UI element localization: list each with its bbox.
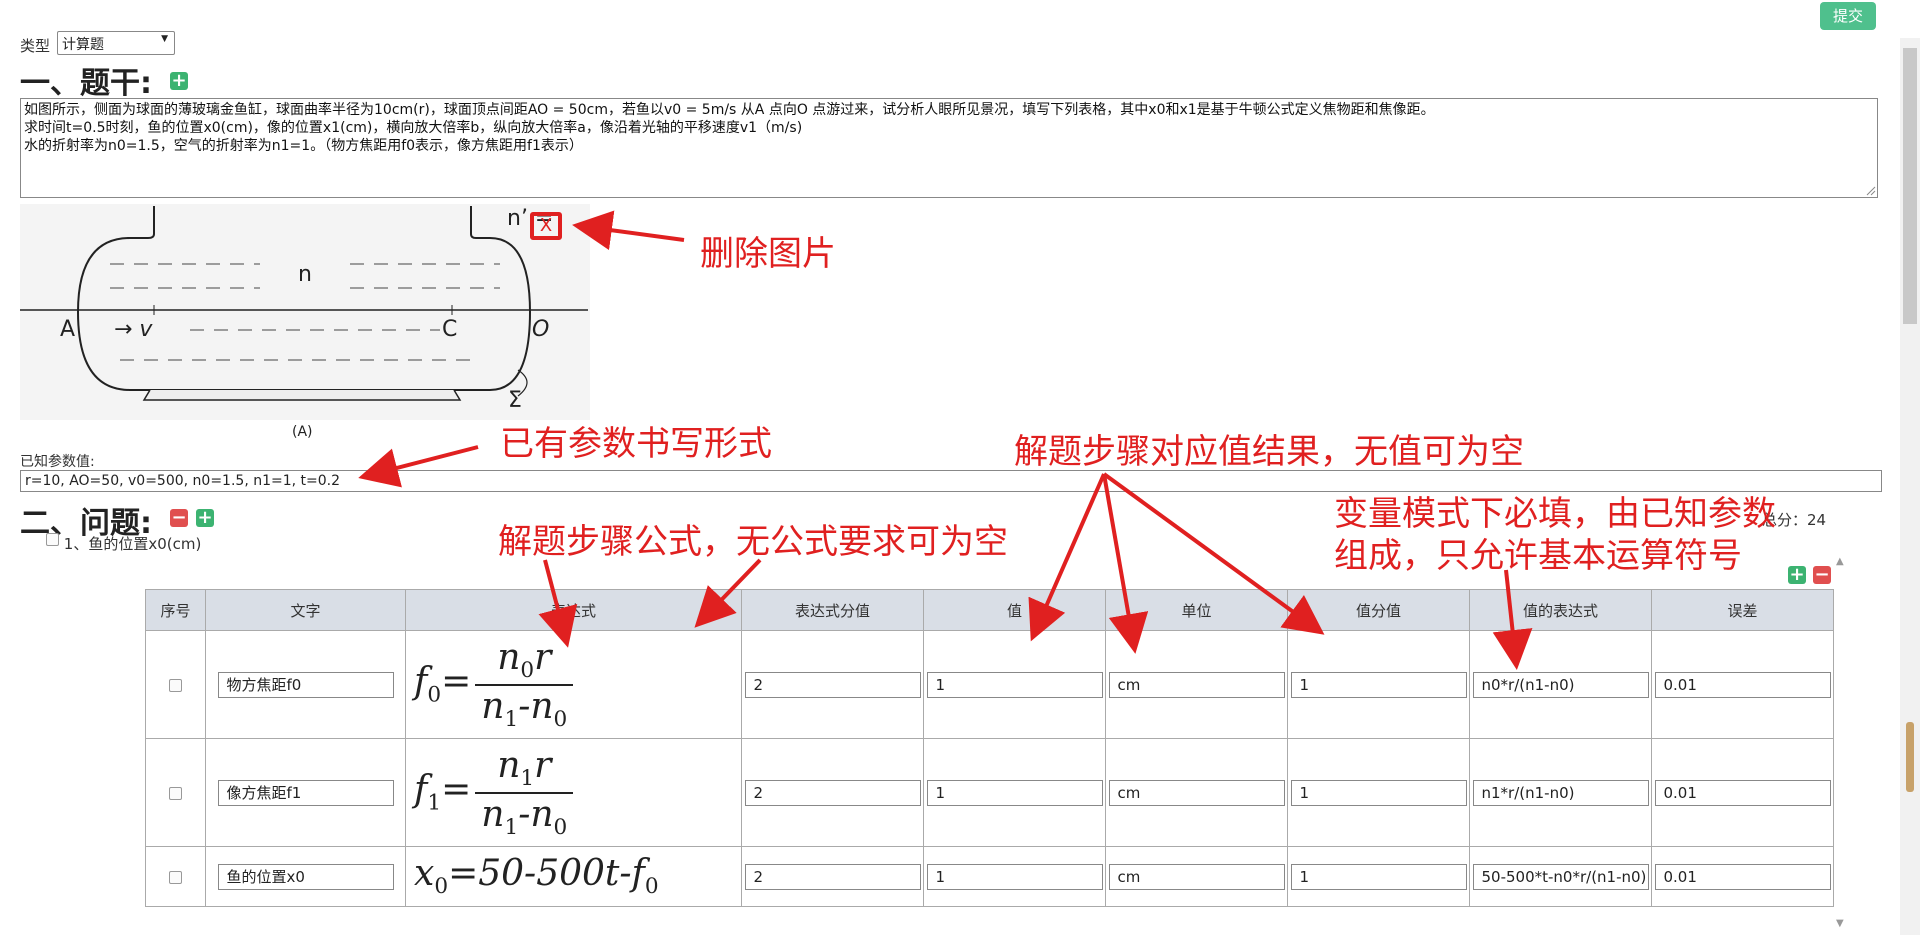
table-header-row: 序号 文字 表达式 表达式分值 值 单位 值分值 值的表达式 误差 xyxy=(145,589,1834,631)
value-input[interactable]: 1 xyxy=(926,863,1103,890)
value-score-input[interactable]: 1 xyxy=(1290,779,1467,806)
annotation-step-value: 解题步骤对应值结果，无值可为空 xyxy=(1014,432,1524,472)
dropdown-arrow-icon: ▼ xyxy=(161,34,168,44)
col-header-index: 序号 xyxy=(145,589,206,631)
type-label: 类型 xyxy=(20,37,51,55)
question-item-label: 1、鱼的位置x0(cm) xyxy=(63,535,202,553)
type-select-value: 计算题 xyxy=(62,37,104,53)
text-input[interactable]: 物方焦距f0 xyxy=(217,671,394,698)
error-input[interactable]: 0.01 xyxy=(1654,863,1831,890)
add-stem-button[interactable]: + xyxy=(170,72,188,90)
table-scroll-down-icon[interactable]: ▼ xyxy=(1836,918,1844,929)
error-input[interactable]: 0.01 xyxy=(1654,779,1831,806)
figure-label-v: → v xyxy=(114,317,153,342)
figure-label-n: n xyxy=(298,262,312,287)
expression-score-input[interactable]: 2 xyxy=(744,779,921,806)
remove-question-button[interactable]: − xyxy=(170,509,188,527)
row-checkbox[interactable] xyxy=(169,870,182,884)
formula-x0[interactable]: x0=50-500t-f0 xyxy=(405,846,742,907)
stem-textarea[interactable]: 如图所示，侧面为球面的薄玻璃金鱼缸，球面曲率半径为10cm(r)，球面顶点间距A… xyxy=(20,98,1878,198)
value-expression-input[interactable]: n1*r/(n1-n0) xyxy=(1472,779,1649,806)
annotation-var-mode-line2: 组成，只允许基本运算符号 xyxy=(1334,536,1742,576)
formula-f1[interactable]: f1= n1r n1-n0 xyxy=(405,738,742,847)
value-input[interactable]: 1 xyxy=(926,779,1103,806)
col-header-value-score: 值分值 xyxy=(1287,589,1470,631)
annotation-delete-image: 删除图片 xyxy=(700,234,836,274)
submit-button[interactable]: 提交 xyxy=(1820,2,1876,30)
stem-figure: n’ = X n A → v C O Σ (A) xyxy=(20,204,590,448)
figure-label-o: O xyxy=(532,317,550,342)
value-score-input[interactable]: 1 xyxy=(1290,863,1467,890)
annotation-step-formula: 解题步骤公式，无公式要求可为空 xyxy=(498,522,1008,562)
arrow-delete-image xyxy=(572,210,685,251)
delete-image-button[interactable]: X xyxy=(530,212,562,240)
figure-caption: (A) xyxy=(292,424,313,440)
col-header-text: 文字 xyxy=(205,589,406,631)
figure-label-c: C xyxy=(442,317,458,342)
value-input[interactable]: 1 xyxy=(926,671,1103,698)
formula-f0[interactable]: f0= n0r n1-n0 xyxy=(405,630,742,739)
known-params-label: 已知参数值: xyxy=(20,454,95,470)
col-header-expression: 表达式 xyxy=(405,589,742,631)
resize-handle-icon[interactable] xyxy=(1866,186,1876,196)
remove-row-button[interactable]: − xyxy=(1813,566,1831,584)
value-expression-input[interactable]: 50-500*t-n0*r/(n1-n0) xyxy=(1472,863,1649,890)
col-header-value-expression: 值的表达式 xyxy=(1469,589,1652,631)
col-header-expression-score: 表达式分值 xyxy=(741,589,924,631)
table-scroll-up-icon[interactable]: ▲ xyxy=(1836,556,1844,567)
add-row-button[interactable]: + xyxy=(1788,566,1806,584)
type-select[interactable]: 计算题 ▼ xyxy=(57,31,175,55)
table-row: 鱼的位置x0 x0=50-500t-f0 2 1 cm 1 50-500*t-n… xyxy=(145,846,1834,907)
page-scrollbar-thumb[interactable] xyxy=(1903,48,1917,324)
question-checkbox[interactable] xyxy=(46,533,59,546)
col-header-value: 值 xyxy=(923,589,1106,631)
add-question-button[interactable]: + xyxy=(196,509,214,527)
table-row: 像方焦距f1 f1= n1r n1-n0 2 1 cm 1 n1*r/(n1-n… xyxy=(145,738,1834,847)
col-header-unit: 单位 xyxy=(1105,589,1288,631)
fishbowl-diagram xyxy=(20,204,590,420)
figure-label-sigma: Σ xyxy=(508,388,522,413)
expression-score-input[interactable]: 2 xyxy=(744,863,921,890)
steps-table: 序号 文字 表达式 表达式分值 值 单位 值分值 值的表达式 误差 物方焦距f0… xyxy=(145,589,1834,907)
value-score-input[interactable]: 1 xyxy=(1290,671,1467,698)
text-input[interactable]: 像方焦距f1 xyxy=(217,779,394,806)
unit-input[interactable]: cm xyxy=(1108,779,1285,806)
error-input[interactable]: 0.01 xyxy=(1654,671,1831,698)
unit-input[interactable]: cm xyxy=(1108,671,1285,698)
question-item[interactable]: 1、鱼的位置x0(cm) xyxy=(46,533,201,554)
value-expression-input[interactable]: n0*r/(n1-n0) xyxy=(1472,671,1649,698)
col-header-error: 误差 xyxy=(1651,589,1834,631)
table-row: 物方焦距f0 f0= n0r n1-n0 2 1 cm 1 n0*r/(n1-n… xyxy=(145,630,1834,739)
row-checkbox[interactable] xyxy=(169,786,182,800)
expression-score-input[interactable]: 2 xyxy=(744,671,921,698)
unit-input[interactable]: cm xyxy=(1108,863,1285,890)
row-checkbox[interactable] xyxy=(169,678,182,692)
text-input[interactable]: 鱼的位置x0 xyxy=(217,863,394,890)
stem-heading: 一、题干: xyxy=(20,66,152,101)
annotation-param-format: 已有参数书写形式 xyxy=(500,424,772,464)
scroll-grip-icon[interactable] xyxy=(1906,722,1914,792)
figure-label-a: A xyxy=(60,317,76,342)
